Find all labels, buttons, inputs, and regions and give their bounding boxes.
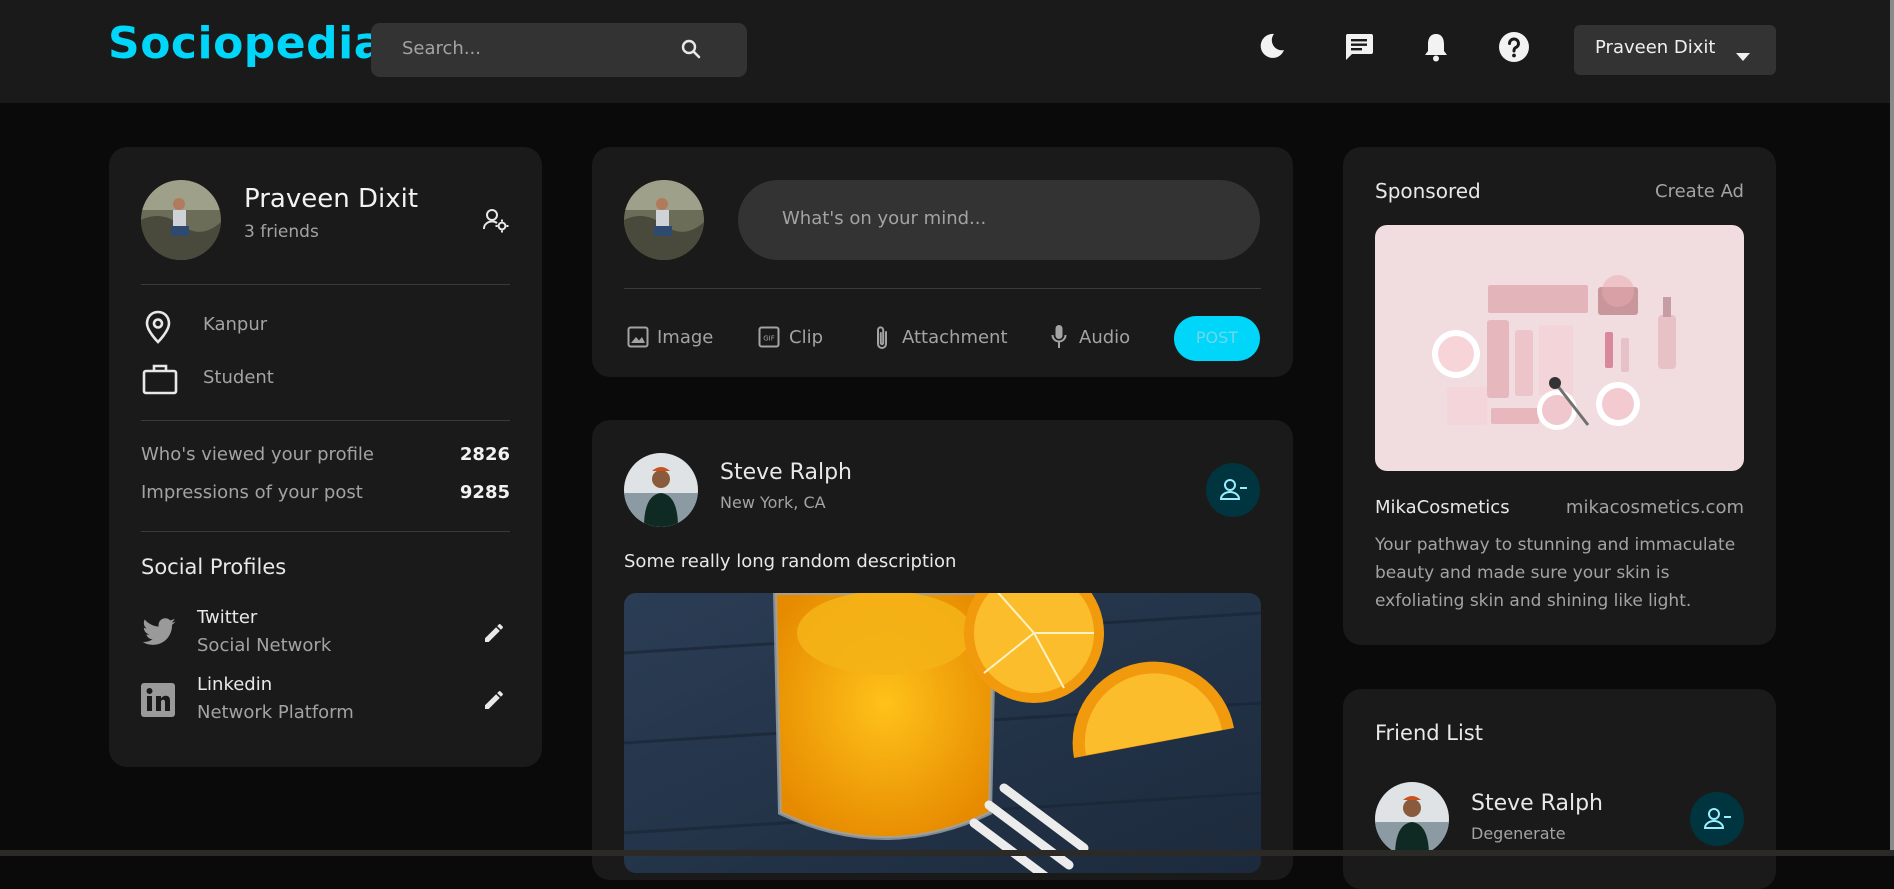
post-button-label: POST [1195, 328, 1239, 347]
dark-mode-moon-icon[interactable] [1257, 31, 1287, 65]
post-impressions-value: 9285 [459, 482, 510, 503]
action-attachment[interactable]: Attachment [902, 327, 1008, 348]
search-bar[interactable]: Search... [371, 23, 747, 77]
divider [624, 288, 1261, 289]
post-impressions-label: Impressions of your post [141, 482, 363, 503]
create-ad-link[interactable]: Create Ad [1655, 181, 1744, 202]
friend-name[interactable]: Steve Ralph [1471, 791, 1603, 816]
profile-views-value: 2826 [459, 444, 510, 465]
profile-occupation: Student [203, 367, 274, 388]
action-audio[interactable]: Audio [1079, 327, 1130, 348]
friend-list-title: Friend List [1375, 721, 1483, 745]
ad-description-line: Your pathway to stunning and immaculate [1375, 535, 1736, 555]
window-bottom-edge [0, 850, 1890, 856]
profile-location: Kanpur [203, 314, 268, 335]
divider [141, 420, 510, 421]
social-profiles-title: Social Profiles [141, 555, 287, 579]
action-image[interactable]: Image [657, 327, 713, 348]
divider [141, 284, 510, 285]
post-image[interactable] [624, 593, 1261, 873]
profile-name[interactable]: Praveen Dixit [244, 184, 418, 214]
profile-views-label: Who's viewed your profile [141, 444, 374, 465]
divider [141, 531, 510, 532]
profile-avatar[interactable] [141, 180, 221, 260]
person-remove-icon [1219, 478, 1248, 506]
feed-post: Steve Ralph New York, CA Some really lon… [592, 420, 1293, 880]
user-dropdown-name: Praveen Dixit [1595, 37, 1716, 58]
social-twitter-name: Twitter [197, 607, 258, 628]
linkedin-icon [141, 683, 175, 721]
ad-description-line: beauty and made sure your skin is [1375, 563, 1670, 583]
briefcase-icon [142, 363, 178, 399]
post-author-avatar[interactable] [624, 453, 698, 527]
microphone-icon[interactable] [1050, 324, 1068, 354]
location-pin-icon [144, 310, 172, 348]
message-icon[interactable] [1343, 31, 1375, 67]
help-icon[interactable] [1498, 31, 1530, 67]
search-icon[interactable] [679, 37, 703, 65]
navbar: Sociopedia Search... Praveen Dixit [0, 0, 1890, 103]
post-button[interactable]: POST [1174, 316, 1260, 361]
ad-url[interactable]: mikacosmetics.com [1566, 497, 1744, 518]
remove-friend-button[interactable] [1690, 792, 1744, 846]
caret-down-icon [1736, 46, 1750, 65]
person-remove-icon [1703, 807, 1732, 835]
social-linkedin-type: Network Platform [197, 702, 354, 723]
search-input[interactable]: Search... [402, 38, 481, 59]
friend-list-card: Friend List Steve Ralph Degenerate [1343, 689, 1776, 889]
action-clip[interactable]: Clip [789, 327, 823, 348]
post-location: New York, CA [720, 493, 826, 512]
notifications-bell-icon[interactable] [1421, 31, 1451, 67]
ad-brand[interactable]: MikaCosmetics [1375, 497, 1510, 518]
edit-pencil-icon[interactable] [482, 688, 506, 716]
profile-card: Praveen Dixit 3 friends Kanpur Student W… [109, 147, 542, 767]
edit-pencil-icon[interactable] [482, 621, 506, 649]
post-author-name[interactable]: Steve Ralph [720, 460, 852, 485]
twitter-icon [141, 618, 177, 652]
composer-avatar [624, 180, 704, 260]
post-description: Some really long random description [624, 551, 957, 572]
remove-friend-button[interactable] [1206, 463, 1260, 517]
ad-description-line: exfoliating skin and shining like light. [1375, 591, 1692, 611]
post-input[interactable]: What's on your mind... [738, 180, 1260, 260]
post-input-placeholder: What's on your mind... [782, 208, 987, 229]
image-icon[interactable] [627, 326, 649, 352]
social-twitter-type: Social Network [197, 635, 332, 656]
post-composer: What's on your mind... Image GIF Clip At… [592, 147, 1293, 377]
attachment-icon[interactable] [874, 324, 890, 356]
friend-avatar[interactable] [1375, 782, 1449, 856]
logo[interactable]: Sociopedia [108, 18, 384, 69]
ad-image[interactable] [1375, 225, 1744, 471]
friend-subtitle: Degenerate [1471, 824, 1566, 843]
profile-friends-count: 3 friends [244, 222, 319, 242]
gif-clip-icon[interactable]: GIF [758, 326, 780, 352]
social-linkedin-name: Linkedin [197, 674, 273, 695]
manage-account-icon[interactable] [482, 207, 510, 237]
svg-text:GIF: GIF [763, 335, 775, 343]
scrollbar-thumb[interactable] [1890, 0, 1894, 850]
user-dropdown[interactable]: Praveen Dixit [1574, 25, 1776, 75]
sponsored-title: Sponsored [1375, 179, 1481, 203]
page-scrollbar[interactable] [1890, 0, 1894, 856]
sponsored-card: Sponsored Create Ad MikaCosmetics mikaco… [1343, 147, 1776, 645]
